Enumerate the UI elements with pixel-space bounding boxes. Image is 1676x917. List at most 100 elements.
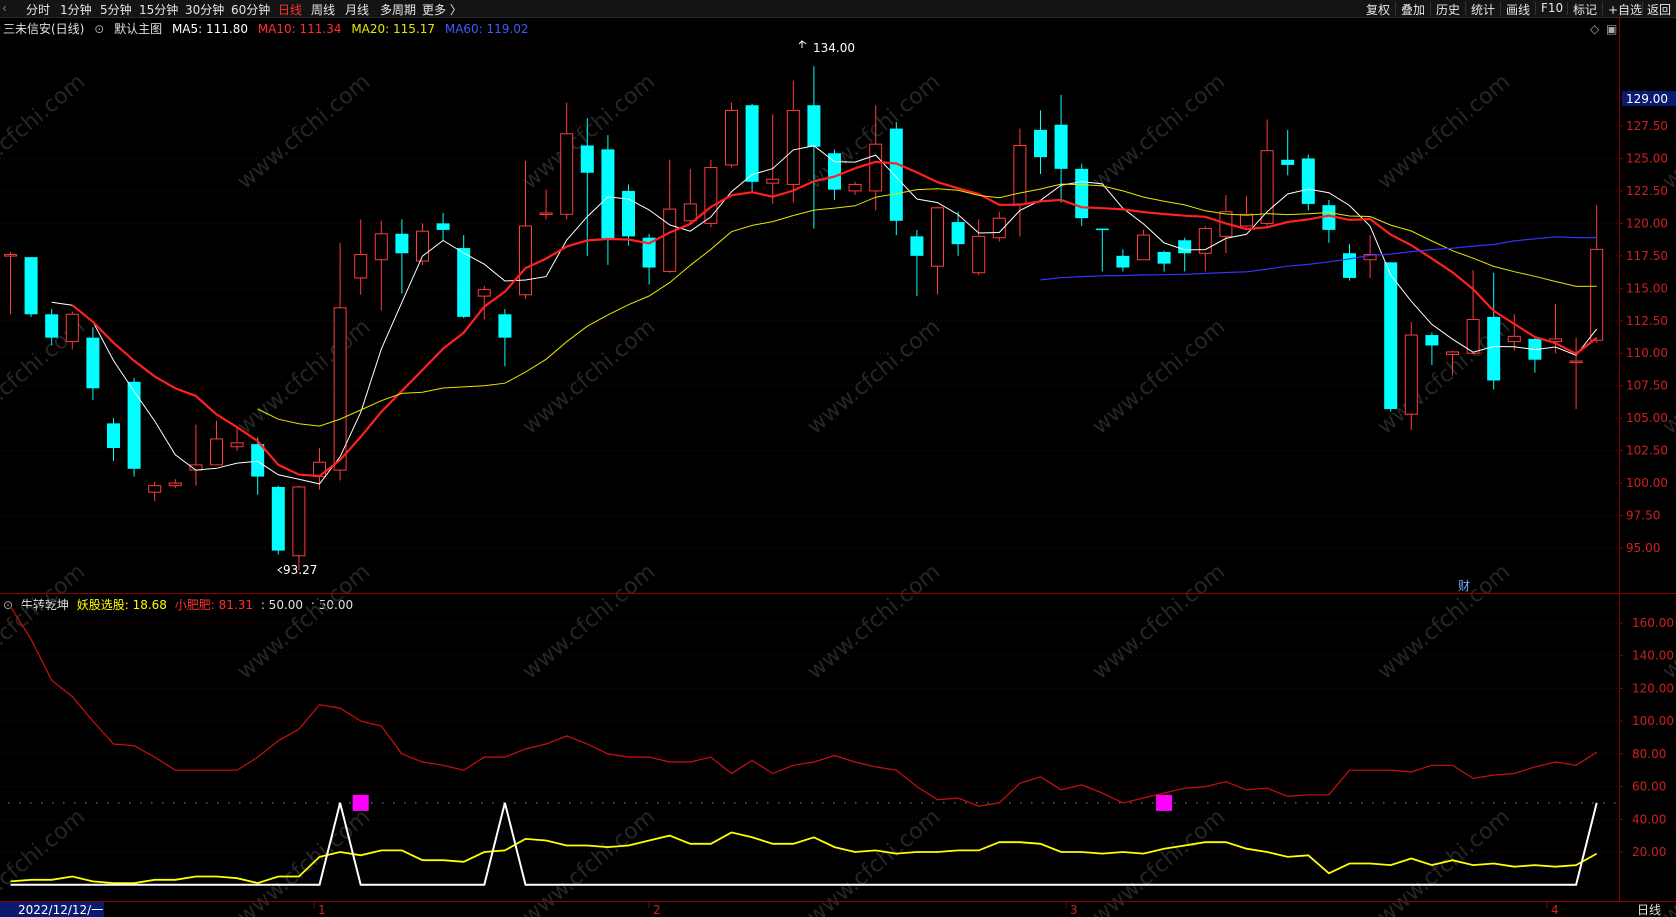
- candle-body: [65, 313, 79, 343]
- candle-body: [951, 222, 965, 245]
- candle-body: [601, 149, 615, 239]
- watermark-text: www.cfchi.com: [233, 559, 375, 684]
- candle-body: [127, 381, 141, 469]
- period-label: 日线: [1637, 903, 1661, 917]
- candle-body: [457, 248, 471, 317]
- watermark-text: www.cfchi.com: [1088, 69, 1230, 194]
- main-y-tick-label: 107.50: [1626, 379, 1668, 393]
- financial-report-marker[interactable]: 财: [1458, 579, 1470, 593]
- candle-body: [1487, 316, 1501, 381]
- main-y-tick-label: 100.00: [1626, 476, 1668, 490]
- candle-body: [972, 235, 986, 274]
- candle-body: [704, 167, 718, 224]
- watermark-text: www.cfchi.com: [803, 559, 945, 684]
- candle-body: [663, 208, 677, 272]
- candle-body: [1301, 158, 1315, 204]
- candle-body: [745, 105, 759, 182]
- candle-body: [910, 236, 924, 256]
- watermark-text: www.cfchi.com: [0, 804, 90, 917]
- main-y-tick-label: 122.50: [1626, 184, 1668, 198]
- high-arrow-marker: [798, 40, 807, 48]
- sub-y-tick-label: 160.00: [1632, 616, 1674, 630]
- candle-body: [4, 254, 17, 257]
- main-y-tick-label: 120.00: [1626, 216, 1668, 230]
- xiaofeifei-line: [9, 606, 1598, 807]
- candle-body: [560, 133, 574, 215]
- candle-body: [766, 178, 780, 184]
- watermark-text: www.cfchi.com: [1088, 314, 1230, 439]
- watermark-text: www.cfchi.com: [803, 314, 945, 439]
- ma10-line: [71, 160, 1598, 478]
- candle-body: [786, 109, 800, 185]
- candle-body: [1590, 248, 1604, 341]
- candle-body: [230, 442, 244, 448]
- sub-y-tick-label: 20.00: [1632, 845, 1666, 859]
- sub-y-tick-label: 140.00: [1632, 649, 1674, 663]
- date-cursor-label: 2022/12/12/一: [18, 903, 103, 917]
- signal-line: [10, 802, 1598, 886]
- candle-body: [580, 145, 594, 173]
- candle-body: [1260, 150, 1274, 224]
- candle-body: [498, 314, 512, 338]
- candle-body: [889, 128, 903, 221]
- candle-body: [107, 423, 120, 449]
- candle-body: [1281, 159, 1295, 165]
- candle-body: [168, 482, 182, 487]
- watermark-text: www.cfchi.com: [803, 804, 945, 917]
- sub-y-tick-label: 60.00: [1632, 780, 1666, 794]
- main-y-tick-label: 102.50: [1626, 444, 1668, 458]
- candle-body: [1507, 335, 1521, 343]
- high-price-annotation: 134.00: [813, 41, 855, 55]
- candle-body: [45, 314, 59, 338]
- candle-body: [251, 444, 265, 477]
- candle-body: [436, 223, 450, 230]
- candle-body: [828, 153, 841, 190]
- candle-body: [1075, 168, 1089, 219]
- candle-body: [848, 183, 862, 192]
- sub-y-tick-label: 100.00: [1632, 714, 1674, 728]
- candle-body: [539, 212, 553, 215]
- low-price-annotation: 93.27: [283, 563, 317, 577]
- watermark-text: www.cfchi.com: [1373, 804, 1515, 917]
- candle-body: [1095, 228, 1109, 231]
- candle-body: [931, 207, 944, 267]
- sub-y-tick-label: 40.00: [1632, 812, 1666, 826]
- candle-body: [1054, 124, 1068, 169]
- sub-y-tick-label: 120.00: [1632, 681, 1674, 695]
- watermark-text: www.cfchi.com: [233, 69, 375, 194]
- candle-body: [1116, 255, 1130, 268]
- watermark-text: www.cfchi.com: [518, 559, 660, 684]
- signal-marker: [352, 794, 369, 811]
- main-y-tick-label: 115.00: [1626, 281, 1668, 295]
- main-y-tick-label: 125.00: [1626, 151, 1668, 165]
- watermark-text: www.cfchi.com: [0, 69, 90, 194]
- main-y-tick-label: 105.00: [1626, 411, 1668, 425]
- candle-body: [333, 307, 347, 471]
- candle-body: [1137, 234, 1150, 261]
- kline-chart[interactable]: www.cfchi.com www.cfchi.com www.cfchi.com w…: [0, 0, 1676, 917]
- candle-body: [519, 225, 532, 296]
- candle-body: [1466, 318, 1480, 354]
- candle-body: [1178, 240, 1192, 254]
- candle-body: [683, 203, 697, 222]
- watermark-text: www.cfchi.com: [518, 69, 660, 194]
- candle-body: [313, 461, 326, 478]
- main-y-tick-label: 117.50: [1626, 249, 1668, 263]
- candle-body: [1425, 335, 1439, 346]
- candle-body: [1384, 262, 1398, 410]
- signal-marker: [1156, 794, 1173, 811]
- main-y-tick-label: 97.50: [1626, 509, 1660, 523]
- candle-body: [395, 233, 409, 254]
- watermark-text: www.cfchi.com: [518, 314, 660, 439]
- candle-body: [1343, 253, 1356, 278]
- candle-body: [1157, 251, 1171, 264]
- candle-body: [1446, 351, 1459, 356]
- watermark-text: www.cfchi.com: [1373, 559, 1515, 684]
- watermark-text: www.cfchi.com: [1088, 559, 1230, 684]
- month-label-4: 4: [1551, 903, 1559, 917]
- month-label-2: 2: [653, 903, 661, 917]
- watermark-text: www.cfchi.com: [0, 559, 90, 684]
- low-arrow-marker: [277, 566, 283, 574]
- candle-body: [1034, 129, 1047, 158]
- candle-body: [622, 190, 635, 237]
